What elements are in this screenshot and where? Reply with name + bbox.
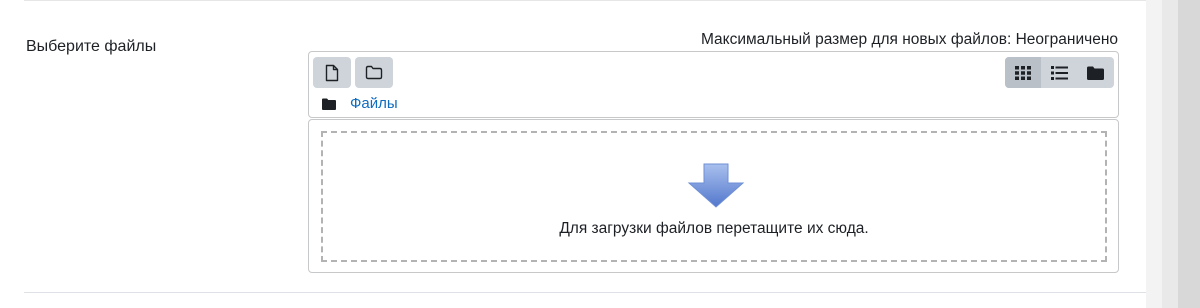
bottom-divider (24, 292, 1146, 293)
dropzone-container: Для загрузки файлов перетащите их сюда. (308, 119, 1119, 273)
grid-view-icon (1015, 65, 1032, 80)
dropzone-text: Для загрузки файлов перетащите их сюда. (559, 220, 869, 237)
folder-filled-icon (322, 98, 336, 110)
field-label: Выберите файлы (26, 38, 157, 55)
download-arrow-icon (687, 163, 745, 208)
filepicker-toolbar: Файлы (308, 51, 1119, 118)
dropzone[interactable]: Для загрузки файлов перетащите их сюда. (321, 131, 1107, 262)
view-switcher (1005, 57, 1114, 88)
create-folder-button[interactable] (355, 57, 393, 88)
max-size-text: Максимальный размер для новых файлов: Не… (700, 31, 1118, 48)
breadcrumb: Файлы (322, 95, 398, 112)
top-divider (24, 0, 1146, 1)
scrollbar-thumb[interactable] (1178, 0, 1200, 308)
tree-view-icon (1087, 66, 1105, 80)
view-list-button[interactable] (1041, 57, 1077, 88)
view-tree-button[interactable] (1078, 57, 1114, 88)
add-file-button[interactable] (313, 57, 351, 88)
breadcrumb-files-link[interactable]: Файлы (350, 95, 398, 112)
view-icons-button[interactable] (1005, 57, 1042, 88)
page-edge-strip (1146, 0, 1162, 308)
folder-icon (365, 65, 383, 80)
file-icon (325, 64, 339, 81)
list-view-icon (1050, 65, 1068, 80)
